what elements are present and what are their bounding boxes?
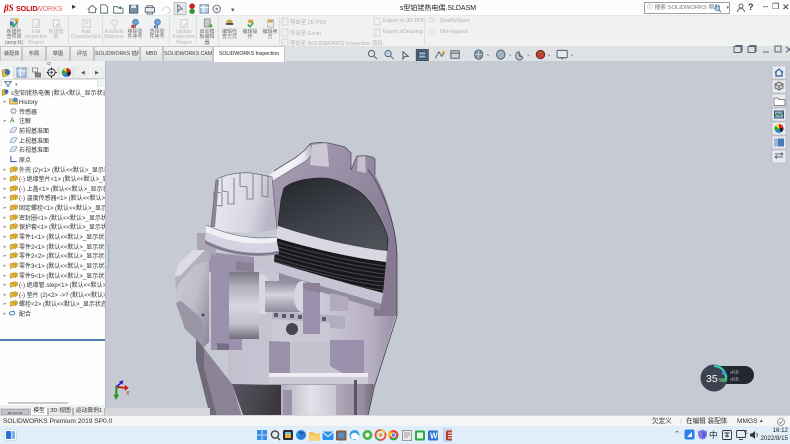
svg-text:WORKS: WORKS [36,6,63,13]
svg-text:βS: βS [3,3,14,13]
svg-text:W: W [430,432,438,441]
svg-text:x: x [125,391,130,397]
svg-text:SOLID: SOLID [16,6,37,13]
svg-text:35: 35 [706,373,718,385]
svg-text:A: A [10,117,15,124]
